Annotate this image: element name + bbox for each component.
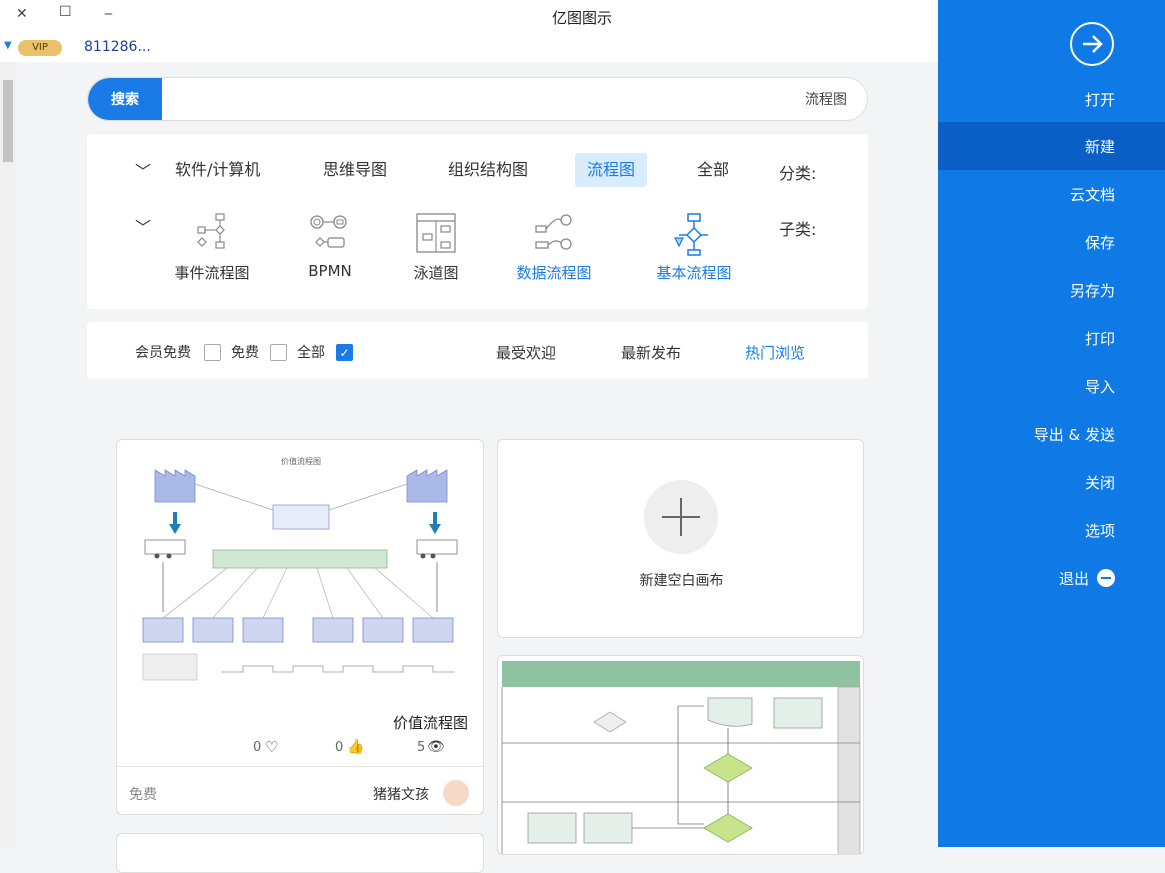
subcategory-data-flowchart[interactable]: 数据流程图 — [499, 212, 609, 283]
template-card-next[interactable] — [116, 833, 484, 873]
like-count: 0 — [335, 740, 344, 755]
sidebar-item-label: 另存为 — [1069, 281, 1115, 300]
filter-panel: 热门浏览 最新发布 最受欢迎 ✓ 全部 免费 会员免费 — [87, 322, 868, 379]
category-all[interactable]: 全部 — [685, 153, 741, 187]
subcategory-label-event: 事件流程图 — [174, 264, 250, 282]
event-flowchart-icon — [197, 213, 225, 249]
sidebar-item-new[interactable]: 新建 — [938, 122, 1165, 170]
template-thumbnail: 价值流程图 — [142, 456, 458, 681]
vip-label: VIP — [32, 42, 48, 53]
subcategory-label: 子类: — [779, 220, 817, 239]
sidebar-item-label: 退出 — [1058, 569, 1089, 588]
template-title: 价值流程图 — [393, 714, 469, 732]
eye-icon: 👁 — [427, 739, 445, 755]
sidebar-item-import[interactable]: 导入 — [938, 362, 1165, 410]
heart-icon[interactable]: ♡ — [265, 738, 278, 756]
tab-popular[interactable]: 最受欢迎 — [496, 342, 556, 363]
price-label: 免费 — [129, 787, 157, 803]
avatar[interactable] — [443, 780, 469, 806]
plus-icon[interactable] — [644, 480, 718, 554]
sidebar: 打开 新建 云文档 保存 另存为 打印 导入 导出 & 发送 关闭 选项 退出 — [938, 0, 1165, 847]
checkbox-all[interactable]: ✓ — [336, 344, 353, 361]
sidebar-item-options[interactable]: 选项 — [938, 506, 1165, 554]
scrollbar[interactable] — [0, 62, 16, 847]
sidebar-item-label: 选项 — [1084, 521, 1115, 540]
basic-flowchart-icon — [674, 213, 708, 256]
swimlane-icon — [416, 213, 456, 253]
sidebar-item-close[interactable]: 关闭 — [938, 458, 1165, 506]
sidebar-item-label: 云文档 — [1069, 185, 1115, 204]
subcategory-bpmn[interactable]: BPMN — [275, 212, 385, 280]
favorite-count: 0 — [253, 740, 262, 755]
card-divider — [117, 766, 483, 767]
category-label: 分类: — [779, 164, 817, 183]
close-icon[interactable]: ✕ — [16, 6, 28, 22]
search-bar: 搜索 — [87, 77, 868, 121]
subcategory-label-data: 数据流程图 — [516, 264, 592, 282]
subcategory-label-bpmn: BPMN — [308, 262, 352, 280]
checkbox-free-label: 免费 — [231, 345, 259, 361]
tab-newest[interactable]: 最新发布 — [621, 342, 681, 363]
category-panel: 分类: 全部 流程图 组织结构图 思维导图 软件/计算机 ﹀ 子类: 基本流程图… — [87, 134, 868, 309]
category-flowchart[interactable]: 流程图 — [575, 153, 648, 187]
user-bar: ▼ VIP 811286... — [0, 32, 938, 62]
minimize-icon[interactable]: ‒ — [104, 6, 113, 22]
checkbox-all-label: 全部 — [297, 345, 325, 361]
chevron-down-icon[interactable]: ﹀ — [135, 214, 151, 238]
checkbox-free[interactable] — [270, 344, 287, 361]
sidebar-item-label: 打开 — [1084, 90, 1115, 109]
template-thumbnail — [501, 661, 861, 854]
vip-badge[interactable]: VIP — [18, 40, 62, 56]
view-count: 5 — [417, 740, 426, 755]
chevron-down-icon[interactable]: ﹀ — [135, 158, 151, 182]
author-name[interactable]: 猪猪文孩 — [373, 784, 429, 804]
template-card[interactable]: 价值流程图 价值流程图 👁 5 👍 0 ♡ 0 猪猪文孩 免费 — [116, 439, 484, 815]
subcategory-basic-flowchart[interactable]: 基本流程图 — [639, 212, 749, 283]
new-blank-canvas-card[interactable]: 新建空白画布 — [497, 439, 864, 638]
subcategory-label-swimlane: 泳道图 — [413, 264, 459, 282]
sidebar-item-label: 打印 — [1084, 329, 1115, 348]
checkbox-member-free-label: 会员免费 — [135, 345, 191, 361]
template-card-swimlane[interactable] — [497, 655, 864, 855]
new-canvas-label: 新建空白画布 — [639, 573, 724, 589]
thumbs-up-icon[interactable]: 👍 — [347, 739, 364, 755]
category-mind-map[interactable]: 思维导图 — [311, 153, 399, 187]
search-input[interactable] — [247, 78, 847, 120]
sidebar-item-exit[interactable]: 退出 — [938, 554, 1165, 602]
maximize-icon[interactable]: ☐ — [59, 4, 72, 20]
subcategory-label-basic: 基本流程图 — [656, 264, 732, 282]
scrollbar-thumb[interactable] — [3, 80, 13, 162]
sidebar-item-label: 新建 — [1084, 137, 1115, 156]
arrow-right-icon[interactable] — [1070, 22, 1114, 66]
sidebar-item-save-as[interactable]: 另存为 — [938, 266, 1165, 314]
title-bar: ✕ ☐ ‒ 亿图图示 — [0, 0, 938, 32]
sidebar-item-label: 导出 & 发送 — [1033, 425, 1115, 444]
thumbnail-title: 价值流程图 — [281, 456, 321, 466]
dropdown-icon[interactable]: ▼ — [4, 40, 12, 51]
sidebar-item-cloud-docs[interactable]: 云文档 — [938, 170, 1165, 218]
tab-hot[interactable]: 热门浏览 — [745, 342, 805, 363]
bpmn-icon — [310, 215, 347, 248]
data-flowchart-icon — [535, 214, 572, 250]
search-button[interactable]: 搜索 — [88, 78, 162, 120]
sidebar-item-print[interactable]: 打印 — [938, 314, 1165, 362]
minus-circle-icon — [1097, 569, 1115, 587]
category-org-chart[interactable]: 组织结构图 — [436, 153, 540, 187]
sidebar-item-open[interactable]: 打开 — [938, 75, 1165, 123]
subcategory-event-flowchart[interactable]: 事件流程图 — [157, 212, 267, 283]
sidebar-item-label: 关闭 — [1084, 473, 1115, 492]
sidebar-item-label: 保存 — [1084, 233, 1115, 252]
checkbox-member-free[interactable] — [204, 344, 221, 361]
category-software[interactable]: 软件/计算机 — [163, 153, 272, 187]
sidebar-item-save[interactable]: 保存 — [938, 218, 1165, 266]
account-name[interactable]: 811286... — [84, 39, 151, 55]
sidebar-item-label: 导入 — [1084, 377, 1115, 396]
sidebar-item-export-send[interactable]: 导出 & 发送 — [938, 410, 1165, 458]
subcategory-swimlane[interactable]: 泳道图 — [381, 212, 491, 283]
window-title: 亿图图示 — [552, 9, 613, 27]
